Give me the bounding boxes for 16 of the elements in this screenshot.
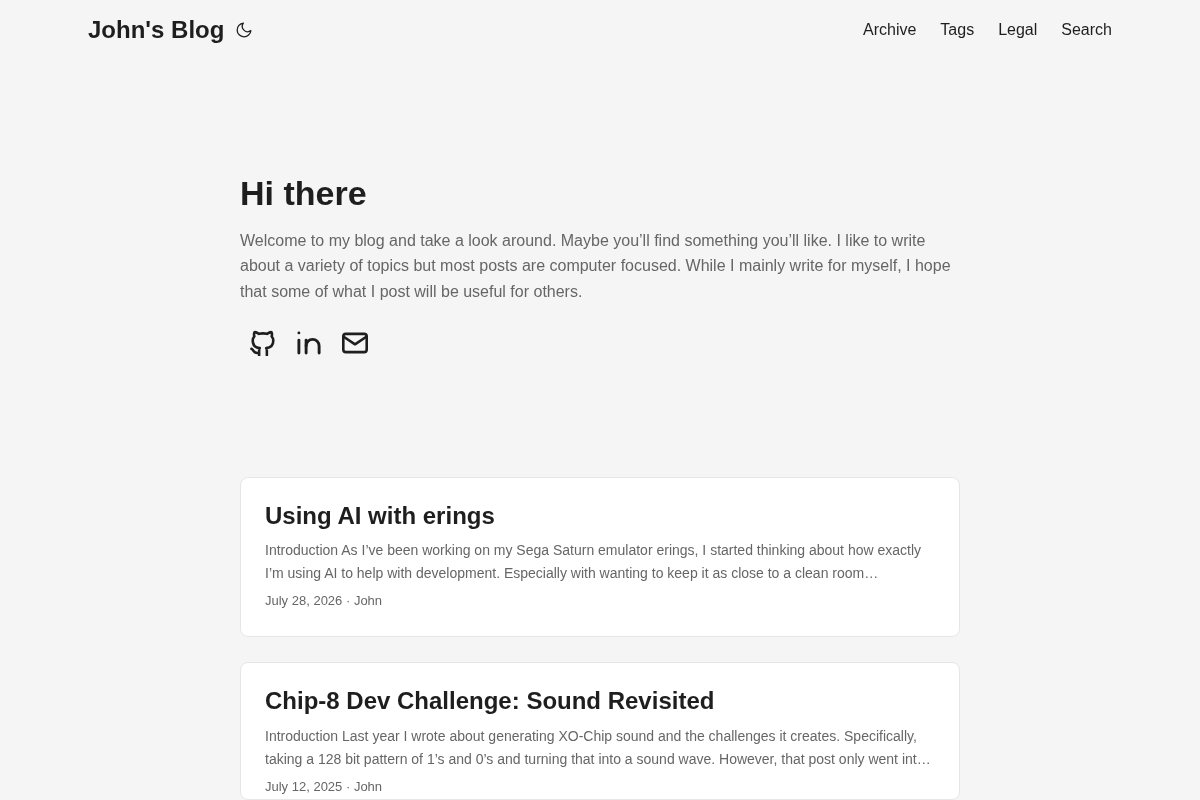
hero-heading: Hi there <box>240 173 368 214</box>
post-summary: Introduction As I’ve been working on my Sega Saturn emulator erings, I started thinking about how exactly I’m using AI to help with development. Especially with wanting to keep it as close to a clean room… <box>265 541 923 584</box>
post-meta: July 12, 2025 · John <box>265 778 384 797</box>
post-meta: July 28, 2026 · John <box>265 592 384 611</box>
blog-title-link[interactable]: John's Blog <box>88 18 225 42</box>
post-title-link[interactable]: Chip-8 Dev Challenge: Sound Revisited <box>265 687 935 717</box>
nav-link[interactable]: Archive <box>863 18 917 42</box>
github-icon[interactable] <box>250 329 276 356</box>
post-title-link[interactable]: Using AI with erings <box>265 501 935 531</box>
nav-link[interactable]: Tags <box>940 18 975 42</box>
intro-paragraph: Welcome to my blog and take a look around. Maybe you’ll find something you’ll like. I like to write about a variety of topics but most posts are computer focused. While I mainly write for myself, I hope that some of what I post will be useful for others. <box>240 230 952 302</box>
nav-link[interactable]: Search <box>1061 18 1112 42</box>
moon-icon[interactable] <box>236 22 253 38</box>
post-summary: Introduction Last year I wrote about generating XO-Chip sound and the challenges it creates. Specifically, taking a 128 bit pattern of 1’s and 0’s and turning that into a sound wave. However, that post only went int… <box>265 727 932 770</box>
linkedin-icon[interactable] <box>296 329 322 356</box>
nav-link[interactable]: Legal <box>998 18 1038 42</box>
